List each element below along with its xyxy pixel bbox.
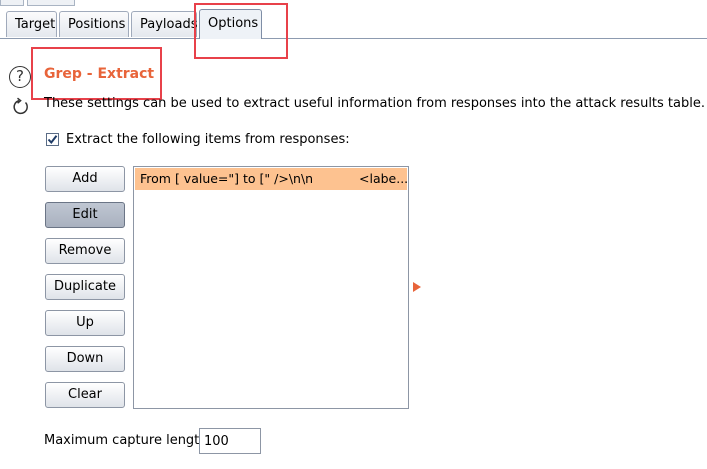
up-button[interactable]: Up [45,310,125,336]
extract-checkbox-row[interactable]: Extract the following items from respons… [46,132,350,147]
duplicate-button[interactable]: Duplicate [45,274,125,300]
help-icon[interactable]: ? [9,66,31,88]
tab-options[interactable]: Options [199,9,262,39]
tab-target[interactable]: Target [6,11,57,37]
tab-payloads[interactable]: Payloads [131,11,197,37]
clear-button[interactable]: Clear [45,382,125,408]
expand-arrow-icon[interactable] [413,282,421,292]
max-capture-label: Maximum capture length: [44,433,212,448]
list-item-extra: <labe... [359,171,409,186]
edit-button[interactable]: Edit [45,202,125,228]
list-item[interactable]: From [ value="] to [" />\n\n <labe... [135,168,409,190]
checkmark-icon [47,135,58,145]
section-title: Grep - Extract [44,66,155,82]
tab-positions[interactable]: Positions [59,11,129,37]
refresh-icon[interactable] [11,97,31,117]
remove-button[interactable]: Remove [45,238,125,264]
section-description: These settings can be used to extract us… [44,96,705,111]
extract-checkbox-label: Extract the following items from respons… [66,132,350,147]
down-button[interactable]: Down [45,346,125,372]
list-item-from-to: From [ value="] to [" />\n\n [140,171,314,186]
extract-checkbox[interactable] [46,133,59,146]
add-button[interactable]: Add [45,166,125,192]
extract-items-list[interactable]: From [ value="] to [" />\n\n <labe... [133,166,409,409]
tab-bar: Target Positions Payloads Options [0,6,707,39]
max-capture-input[interactable] [199,428,261,454]
